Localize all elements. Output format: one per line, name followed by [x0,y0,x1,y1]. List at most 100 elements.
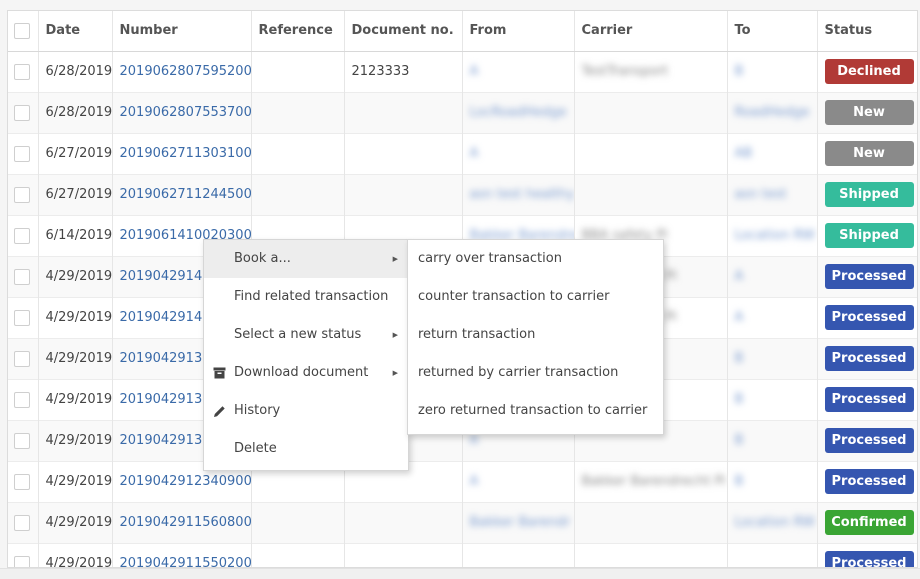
date-cell: 4/29/2019 [38,296,113,338]
to-location-link[interactable]: asn test [735,187,787,202]
row-checkbox[interactable] [14,473,30,490]
date-cell: 6/27/2019 [38,173,113,215]
row-checkbox[interactable] [14,145,30,162]
status-badge: Processed [824,264,914,289]
from-location-link[interactable]: Bakker Barendr [470,515,571,530]
to-location-link[interactable]: B [735,351,744,366]
table-row[interactable]: 6/28/2019 20190628075537001 LocRoadHedge Ro… [8,91,917,133]
horizontal-scrollbar[interactable] [0,568,920,579]
status-cell: Declined [817,50,917,92]
reference-cell [251,132,345,174]
transaction-number-link[interactable]: 20190429115608001 [120,515,251,530]
menu-item-delete[interactable]: Delete [204,430,408,468]
date-cell: 4/29/2019 [38,378,113,420]
row-select-cell [8,132,39,174]
from-location-link[interactable]: A [470,474,479,489]
menu-item-book-a[interactable]: Book a... ▶ [204,240,408,278]
to-location-link[interactable]: B [735,392,744,407]
status-badge: Confirmed [824,510,914,535]
status-badge: Processed [824,551,914,567]
date-cell: 4/29/2019 [38,337,113,379]
row-select-cell [8,50,39,92]
row-checkbox[interactable] [14,391,30,408]
date-cell: 4/29/2019 [38,460,113,502]
row-checkbox[interactable] [14,309,30,326]
row-checkbox[interactable] [14,350,30,367]
transaction-number-link[interactable]: 20190627112445001 [120,187,251,202]
column-header-to[interactable]: To [727,11,818,52]
submenu-item-zero-returned-transaction-to-carrier[interactable]: zero returned transaction to carrier [408,392,663,430]
document-no-cell [344,132,463,174]
status-badge: Declined [824,59,914,84]
from-location-link[interactable]: A [470,146,479,161]
to-location-link[interactable]: A [735,310,744,325]
row-select-cell [8,214,39,256]
table-row[interactable]: 6/28/2019 20190628075952001 2123333 A TestTr… [8,50,917,92]
number-cell: 20190627112445001 [112,173,252,215]
row-checkbox[interactable] [14,186,30,203]
table-row[interactable]: 4/29/2019 20190429115502001 Processed [8,542,917,567]
column-header-carrier[interactable]: Carrier [574,11,728,52]
to-location-link[interactable]: A [735,269,744,284]
transaction-number-link[interactable]: 20190429115502001 [120,556,251,567]
carrier-cell [574,91,728,133]
to-location-link[interactable]: B [735,474,744,489]
to-location-link[interactable]: AB [735,146,753,161]
from-location-link[interactable]: A [470,433,479,448]
to-location-link[interactable]: Location RW [735,228,815,243]
submenu-item-counter-transaction-to-carrier[interactable]: counter transaction to carrier [408,278,663,316]
menu-item-select-a-new-status[interactable]: Select a new status ▶ [204,316,408,354]
submenu-item-label: returned by carrier transaction [418,365,619,380]
row-select-cell [8,542,39,567]
transaction-number-link[interactable]: 20190628075537001 [120,105,251,120]
transaction-number-link[interactable]: 20190429123409001 [120,474,251,489]
status-badge: Shipped [824,223,914,248]
from-location-link[interactable]: asn test healthy [470,187,574,202]
transaction-number-link[interactable]: 20190628075952001 [120,64,251,79]
row-checkbox[interactable] [14,104,30,121]
from-location-link[interactable]: LocRoadHedge [470,105,567,120]
table-row[interactable]: 4/29/2019 20190429115608001 Bakker Barendr… [8,501,917,543]
from-cell: Bakker Barendr [462,501,575,543]
column-header-number[interactable]: Number [112,11,252,52]
to-cell: AB [727,132,818,174]
row-checkbox[interactable] [14,63,30,80]
to-location-link[interactable]: B [735,64,744,79]
status-cell: Processed [817,255,917,297]
column-header-reference[interactable]: Reference [251,11,345,52]
document-no-cell [344,173,463,215]
to-location-link[interactable]: B [735,433,744,448]
row-checkbox[interactable] [14,227,30,244]
to-location-link[interactable]: Location RW [735,515,815,530]
row-select-cell [8,378,39,420]
submenu-item-returned-by-carrier-transaction[interactable]: returned by carrier transaction [408,354,663,392]
to-cell [727,542,818,567]
table-row[interactable]: 6/27/2019 20190627113031001 A AB New [8,132,917,174]
transaction-number-link[interactable]: 20190627113031001 [120,146,251,161]
row-checkbox[interactable] [14,268,30,285]
column-header-date[interactable]: Date [38,11,113,52]
carrier-name: Bakker Barendrecht Pi [581,474,726,489]
submenu-item-carry-over-transaction[interactable]: carry over transaction [408,240,663,278]
from-location-link[interactable]: A [470,64,479,79]
to-cell: B [727,50,818,92]
to-location-link[interactable]: RoadHedge [735,105,810,120]
table-row[interactable]: 6/27/2019 20190627112445001 asn test healt… [8,173,917,215]
column-header-status[interactable]: Status [817,11,917,52]
column-header-from[interactable]: From [462,11,575,52]
reference-cell [251,91,345,133]
column-header-document-no[interactable]: Document no. [344,11,463,52]
status-cell: New [817,132,917,174]
to-cell: Location RW [727,214,818,256]
submenu-item-return-transaction[interactable]: return transaction [408,316,663,354]
table-row[interactable]: 4/29/2019 20190429123409001 A Bakker Barend… [8,460,917,502]
row-checkbox[interactable] [14,514,30,531]
reference-cell [251,50,345,92]
menu-item-find-related-transaction[interactable]: Find related transaction [204,278,408,316]
menu-item-history[interactable]: History [204,392,408,430]
carrier-cell [574,132,728,174]
select-all-checkbox[interactable] [14,22,30,39]
row-checkbox[interactable] [14,432,30,449]
menu-item-download-document[interactable]: Download document ▶ [204,354,408,392]
row-checkbox[interactable] [14,555,30,567]
